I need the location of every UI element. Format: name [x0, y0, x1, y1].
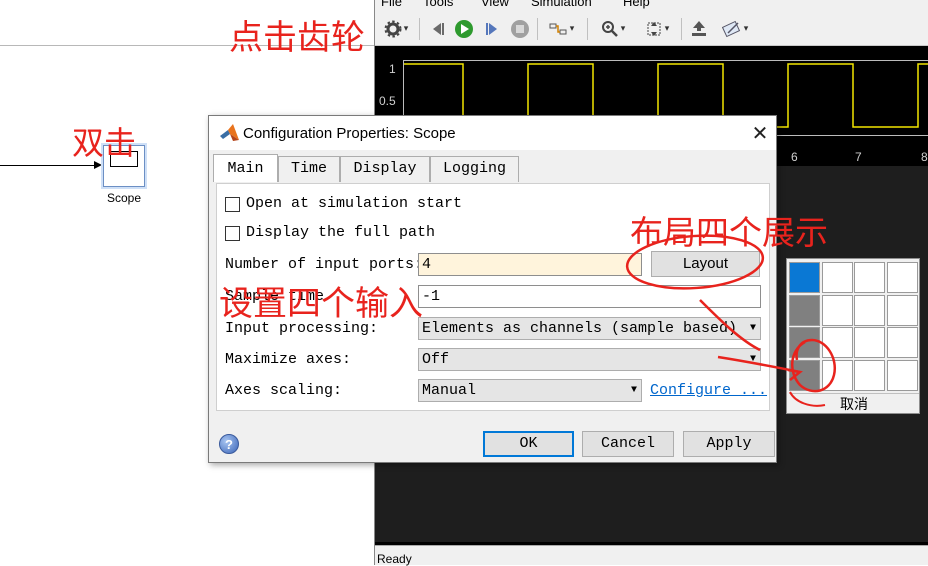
layout-grid-cell[interactable]	[789, 359, 820, 391]
x-tick-label: 8	[921, 150, 928, 164]
layout-grid-cell[interactable]	[789, 262, 820, 293]
input-processing-value: Elements as channels (sample based)	[422, 320, 738, 337]
close-icon[interactable]: ✕	[748, 121, 772, 145]
toolbar-separator	[587, 18, 588, 40]
layout-grid-cell[interactable]	[789, 294, 820, 326]
zoom-in-icon[interactable]: ▾	[595, 18, 631, 40]
axes-scaling-select[interactable]: Manual ▼	[418, 379, 642, 402]
measurements-icon[interactable]: ▾	[717, 18, 753, 40]
layout-button[interactable]: Layout	[651, 251, 760, 277]
y-tick-label: 1	[389, 62, 396, 76]
maximize-axes-select[interactable]: Off ▼	[418, 348, 761, 371]
layout-grid-cell[interactable]	[821, 359, 853, 391]
step-forward-icon[interactable]	[481, 18, 503, 40]
y-tick-label: 0.5	[379, 94, 396, 108]
apply-button[interactable]: Apply	[683, 431, 775, 457]
menu-simulation[interactable]: Simulation	[531, 0, 592, 9]
layout-grid-cell[interactable]	[886, 294, 918, 326]
scope-block-label: Scope	[106, 191, 142, 205]
layout-grid-cell[interactable]	[886, 327, 918, 358]
dialog-titlebar[interactable]: Configuration Properties: Scope ✕	[209, 116, 776, 150]
stop-icon[interactable]	[509, 18, 531, 40]
layout-grid-cell[interactable]	[854, 262, 885, 293]
maximize-axes-value: Off	[422, 351, 450, 368]
x-tick-label: 7	[855, 150, 862, 164]
annotation-layout-four: 布局四个展示	[630, 213, 828, 252]
chevron-down-icon: ▼	[749, 354, 756, 365]
input-processing-select[interactable]: Elements as channels (sample based) ▼	[418, 317, 761, 340]
toolbar-separator	[681, 18, 682, 40]
num-ports-label: Number of input ports:	[225, 256, 424, 273]
scope-status-bar: Ready	[375, 545, 928, 566]
layout-grid-cell[interactable]	[854, 327, 885, 358]
scope-menubar: File Tools View Simulation Help	[375, 0, 928, 10]
gear-icon[interactable]: ▾	[379, 18, 413, 40]
axes-scaling-value: Manual	[422, 382, 477, 399]
triggers-icon[interactable]	[687, 18, 711, 40]
num-ports-field[interactable]: 4	[418, 253, 642, 276]
scope-toolbar: ▾ ▾ ▾ ▾ ▾	[375, 10, 928, 46]
x-tick-label: 6	[791, 150, 798, 164]
layout-grid-cell[interactable]	[821, 327, 853, 358]
annotation-click-gear: 点击齿轮	[229, 18, 365, 58]
toolbar-separator	[419, 18, 420, 40]
sample-time-field[interactable]: -1	[418, 285, 761, 308]
menu-help[interactable]: Help	[623, 0, 650, 9]
menu-tools[interactable]: Tools	[423, 0, 453, 9]
tab-logging[interactable]: Logging	[430, 156, 519, 182]
highlight-icon[interactable]: ▾	[543, 18, 579, 40]
chevron-down-icon: ▼	[630, 385, 637, 396]
matlab-logo-icon	[220, 124, 239, 141]
step-back-icon[interactable]	[427, 18, 449, 40]
chevron-down-icon: ▼	[749, 323, 756, 334]
help-icon[interactable]: ?	[219, 434, 239, 454]
layout-grid-cell[interactable]	[821, 262, 853, 293]
cancel-button[interactable]: Cancel	[582, 431, 674, 457]
annotation-double-click: 双击	[72, 124, 137, 162]
dialog-title: Configuration Properties: Scope	[243, 125, 456, 142]
toolbar-separator	[537, 18, 538, 40]
layout-cancel-button[interactable]: 取消	[789, 393, 919, 413]
layout-grid-cell[interactable]	[854, 359, 885, 391]
layout-grid-popup: 取消	[786, 258, 920, 414]
ok-button[interactable]: OK	[483, 431, 574, 457]
menu-file[interactable]: File	[381, 0, 402, 9]
run-icon[interactable]	[453, 18, 475, 40]
tab-main[interactable]: Main	[213, 154, 278, 182]
open-at-start-label: Open at simulation start	[246, 195, 463, 212]
layout-grid-cell[interactable]	[854, 294, 885, 326]
full-path-checkbox[interactable]	[225, 226, 240, 241]
layout-grid-cell[interactable]	[886, 359, 918, 391]
configure-link[interactable]: Configure ...	[650, 382, 767, 399]
tab-time[interactable]: Time	[278, 156, 340, 182]
signal-line	[0, 165, 96, 166]
layout-grid	[789, 262, 919, 392]
layout-grid-cell[interactable]	[821, 294, 853, 326]
menu-view[interactable]: View	[481, 0, 509, 9]
layout-grid-cell[interactable]	[886, 262, 918, 293]
axes-scaling-label: Axes scaling:	[225, 382, 343, 399]
zoom-fit-icon[interactable]: ▾	[639, 18, 675, 40]
full-path-label: Display the full path	[246, 224, 436, 241]
tab-display[interactable]: Display	[340, 156, 430, 182]
annotation-set-four-inputs: 设置四个输入	[219, 284, 423, 324]
open-at-start-checkbox[interactable]	[225, 197, 240, 212]
maximize-axes-label: Maximize axes:	[225, 351, 352, 368]
layout-grid-cell[interactable]	[789, 327, 820, 358]
